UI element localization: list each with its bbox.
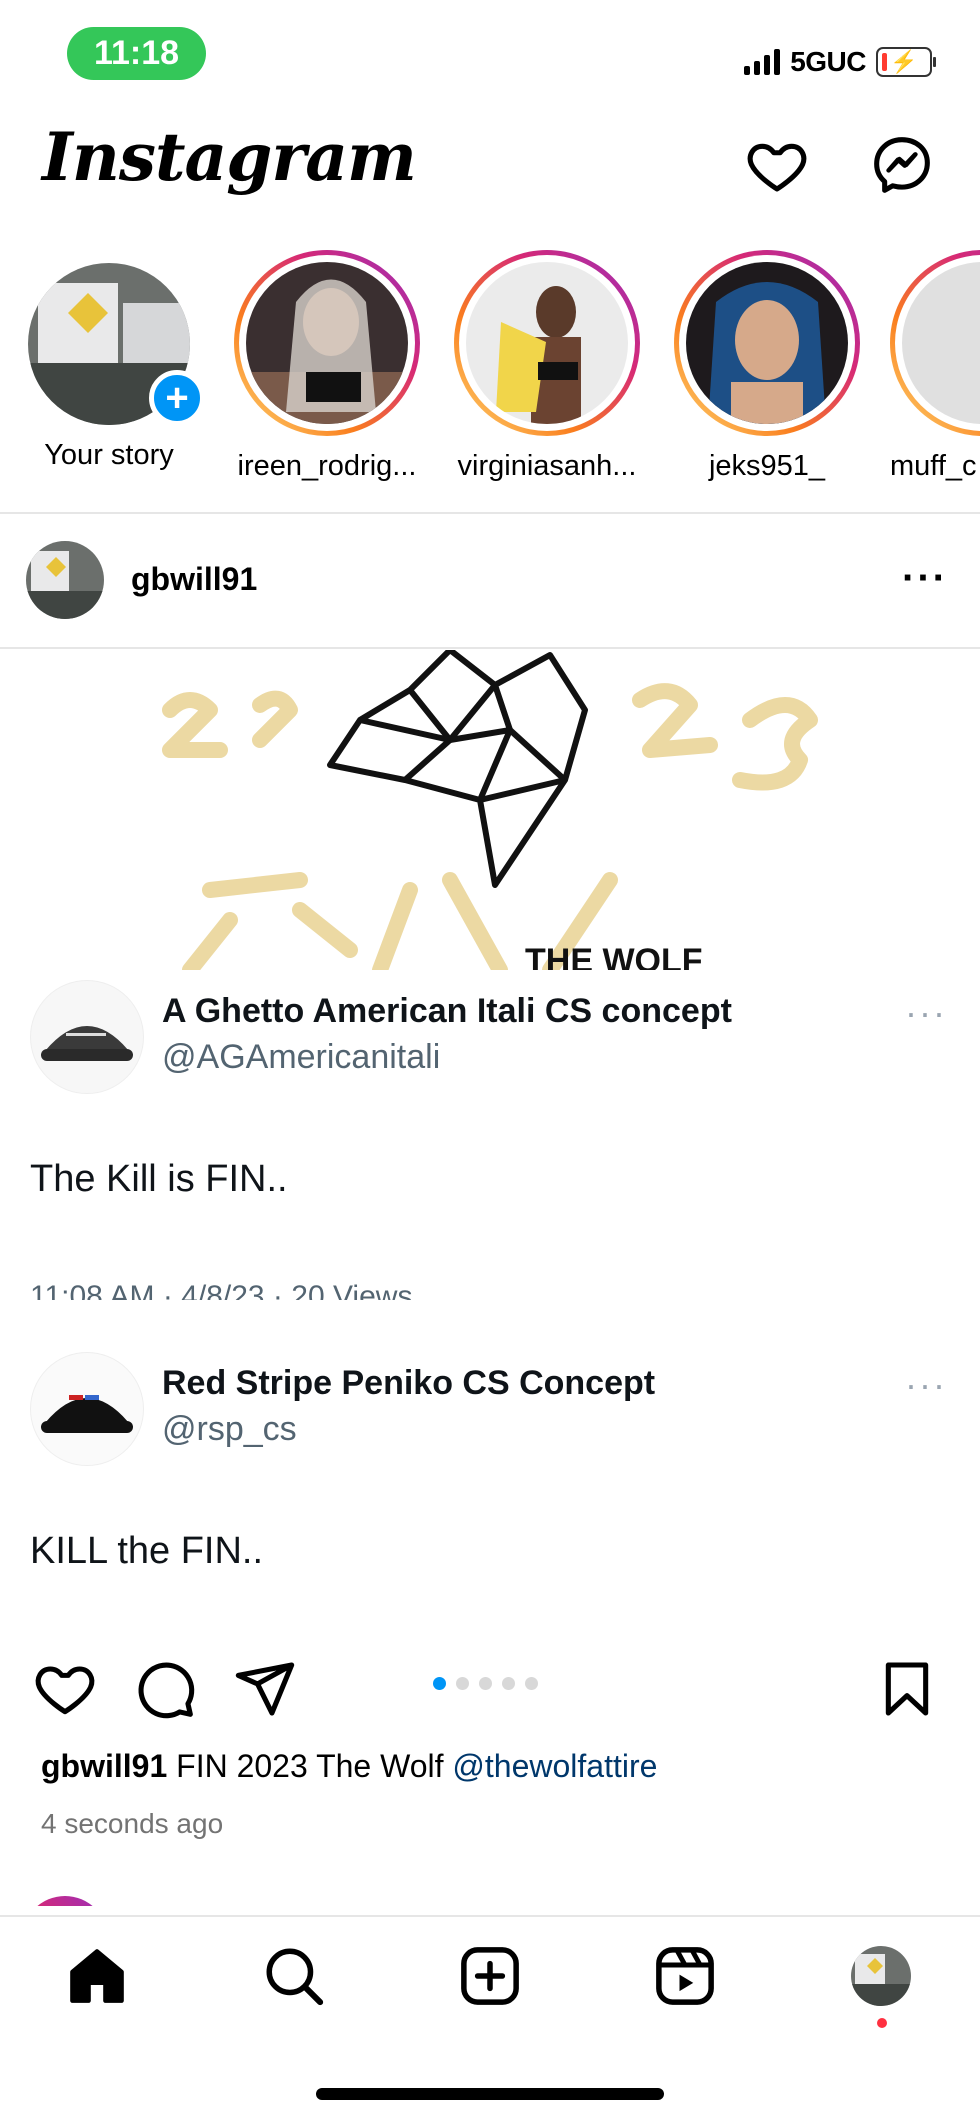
tweet-more-icon: ··· bbox=[905, 1364, 947, 1405]
stories-divider bbox=[0, 512, 980, 514]
story-avatar bbox=[246, 262, 408, 424]
tweet-text: KILL the FIN.. bbox=[30, 1530, 264, 1572]
story-item[interactable]: virginiasanh... bbox=[452, 250, 642, 483]
story-avatar bbox=[686, 262, 848, 424]
tweet-meta: 11:08 AM · 4/8/23 · 20 Views bbox=[30, 1280, 413, 1300]
caption-text: FIN 2023 The Wolf bbox=[167, 1748, 453, 1784]
post-image[interactable]: THE WOLF A Ghetto American Itali CS conc… bbox=[0, 650, 980, 1630]
tweet-author-avatar bbox=[30, 980, 144, 1094]
network-type: 5GUC bbox=[790, 46, 866, 77]
tweet-name: A Ghetto American Itali CS concept bbox=[162, 992, 732, 1030]
save-bookmark-icon[interactable] bbox=[875, 1657, 939, 1721]
story-item[interactable]: jeks951_ bbox=[672, 250, 862, 483]
add-story-plus-icon[interactable]: + bbox=[149, 370, 205, 426]
post-timestamp: 4 seconds ago bbox=[41, 1808, 224, 1839]
create-post-icon[interactable] bbox=[457, 1943, 523, 2009]
story-label: jeks951_ bbox=[708, 450, 826, 482]
post-caption: gbwill91 FIN 2023 The Wolf @thewolfattir… bbox=[41, 1748, 657, 1785]
profile-notification-dot bbox=[877, 2018, 887, 2028]
status-indicators: 5GUC ⚡ bbox=[744, 44, 936, 80]
story-avatar bbox=[466, 262, 628, 424]
story-your-story[interactable]: + Your story bbox=[14, 250, 205, 472]
tweet-handle: @AGAmericanitali bbox=[162, 1038, 441, 1076]
caption-mention[interactable]: @thewolfattire bbox=[452, 1748, 657, 1784]
comment-icon[interactable] bbox=[133, 1657, 197, 1721]
story-label: virginiasanh... bbox=[457, 450, 637, 482]
carousel-dot bbox=[479, 1677, 492, 1690]
reels-icon[interactable] bbox=[652, 1943, 718, 2009]
carousel-dot bbox=[456, 1677, 469, 1690]
story-label: muff_c bbox=[890, 450, 977, 482]
home-indicator[interactable] bbox=[316, 2088, 664, 2100]
tweet-handle: @rsp_cs bbox=[162, 1410, 297, 1448]
home-icon[interactable] bbox=[64, 1943, 130, 2009]
battery-icon: ⚡ bbox=[876, 47, 936, 77]
story-avatar bbox=[902, 262, 980, 424]
story-item[interactable]: muff_c bbox=[890, 250, 980, 483]
story-item[interactable]: ireen_rodrig... bbox=[232, 250, 422, 483]
share-send-icon[interactable] bbox=[233, 1657, 297, 1721]
carousel-dot bbox=[525, 1677, 538, 1690]
cellular-signal-icon bbox=[744, 49, 781, 75]
caption-username[interactable]: gbwill91 bbox=[41, 1748, 167, 1784]
story-label: ireen_rodrig... bbox=[237, 450, 417, 482]
messenger-icon[interactable] bbox=[870, 133, 934, 197]
tweet-author-avatar bbox=[30, 1352, 144, 1466]
story-label: Your story bbox=[44, 439, 174, 471]
post-more-options-icon[interactable]: ··· bbox=[902, 556, 948, 601]
post-author-avatar[interactable] bbox=[26, 541, 104, 619]
post-username[interactable]: gbwill91 bbox=[131, 561, 257, 598]
instagram-logo: Instagram bbox=[42, 118, 417, 196]
image-watermark: THE WOLF bbox=[525, 942, 703, 970]
wolf-artwork: THE WOLF bbox=[162, 650, 818, 970]
like-heart-icon[interactable] bbox=[33, 1657, 97, 1721]
tweet-text: The Kill is FIN.. bbox=[30, 1158, 288, 1200]
carousel-dot bbox=[502, 1677, 515, 1690]
post-header-divider bbox=[0, 647, 980, 649]
search-icon[interactable] bbox=[261, 1943, 327, 2009]
notifications-heart-icon[interactable] bbox=[745, 133, 809, 197]
status-time: 11:18 bbox=[67, 27, 206, 80]
profile-avatar-tab[interactable] bbox=[851, 1946, 911, 2006]
carousel-indicator bbox=[433, 1677, 538, 1690]
tweet-more-icon: ··· bbox=[905, 992, 947, 1033]
carousel-dot bbox=[433, 1677, 446, 1690]
tweet-name: Red Stripe Peniko CS Concept bbox=[162, 1364, 656, 1402]
